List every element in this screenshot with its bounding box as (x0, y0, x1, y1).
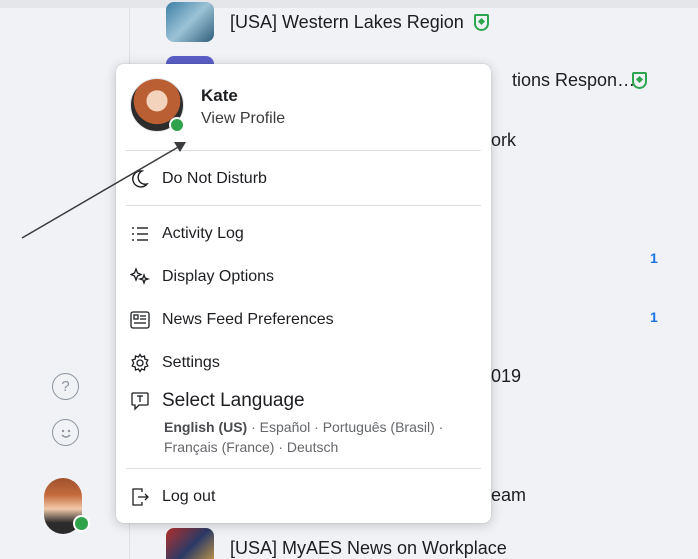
annotation-arrow (21, 142, 186, 239)
